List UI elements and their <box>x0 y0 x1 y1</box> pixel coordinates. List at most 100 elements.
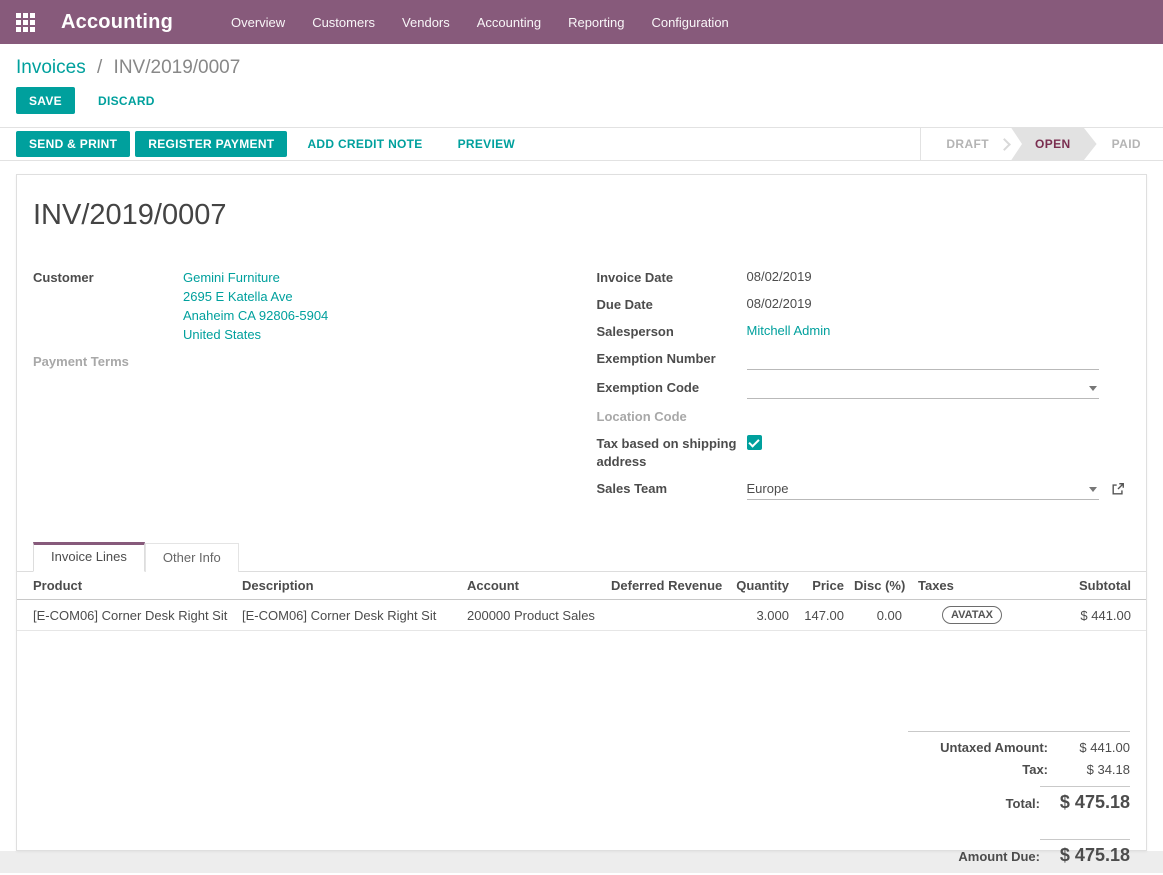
nav-item-configuration[interactable]: Configuration <box>651 15 728 30</box>
invoice-form-sheet: INV/2019/0007 Customer Gemini Furniture … <box>16 174 1147 851</box>
tax-shipping-label: Tax based on shipping address <box>597 434 747 471</box>
invoice-date-value[interactable]: 08/02/2019 <box>747 268 1131 286</box>
col-header-product: Product <box>17 572 242 599</box>
due-date-label: Due Date <box>597 295 747 314</box>
customer-country-link[interactable]: United States <box>183 325 582 344</box>
nav-item-vendors[interactable]: Vendors <box>402 15 450 30</box>
tab-bar: Invoice Lines Other Info <box>17 542 1146 572</box>
breadcrumb-invoices-link[interactable]: Invoices <box>16 57 86 78</box>
breadcrumb-separator: / <box>97 57 102 78</box>
exemption-code-label: Exemption Code <box>597 378 747 397</box>
amount-due-row: Amount Due: $ 475.18 <box>908 837 1130 866</box>
nav-item-overview[interactable]: Overview <box>231 15 285 30</box>
total-row: Total: $ 475.18 <box>908 784 1130 813</box>
field-group-left: Customer Gemini Furniture 2695 E Katella… <box>33 268 582 508</box>
amount-due-label: Amount Due: <box>908 849 1040 864</box>
statusbar: DRAFT OPEN PAID <box>920 128 1163 161</box>
field-groups: Customer Gemini Furniture 2695 E Katella… <box>33 268 1130 508</box>
customer-label: Customer <box>33 268 183 287</box>
line-taxes[interactable]: AVATAX <box>912 600 1012 630</box>
exemption-number-label: Exemption Number <box>597 349 747 368</box>
sales-team-label: Sales Team <box>597 479 747 498</box>
preview-button[interactable]: PREVIEW <box>443 131 530 157</box>
nav-item-accounting[interactable]: Accounting <box>477 15 541 30</box>
line-deferred-revenue[interactable] <box>611 609 729 621</box>
tab-other-info[interactable]: Other Info <box>145 543 239 572</box>
external-link-icon[interactable] <box>1111 482 1125 496</box>
register-payment-button[interactable]: REGISTER PAYMENT <box>135 131 287 157</box>
chevron-down-icon[interactable] <box>1089 487 1097 492</box>
totals-block: Untaxed Amount: $ 441.00 Tax: $ 34.18 To… <box>908 731 1130 813</box>
due-date-row: Due Date 08/02/2019 <box>597 295 1131 314</box>
customer-street-link[interactable]: 2695 E Katella Ave <box>183 287 582 306</box>
line-price[interactable]: 147.00 <box>799 602 854 629</box>
exemption-code-row: Exemption Code <box>597 378 1131 399</box>
tax-row: Tax: $ 34.18 <box>908 762 1130 777</box>
col-header-subtotal: Subtotal <box>1012 572 1146 599</box>
amount-due-value: $ 475.18 <box>1040 839 1130 866</box>
add-credit-note-button[interactable]: ADD CREDIT NOTE <box>292 131 437 157</box>
edit-actions: SAVE DISCARD <box>0 87 1163 114</box>
invoice-lines-table: Product Description Account Deferred Rev… <box>17 572 1146 631</box>
untaxed-amount-label: Untaxed Amount: <box>908 740 1048 755</box>
sales-team-row: Sales Team Europe <box>597 479 1131 500</box>
save-button[interactable]: SAVE <box>16 87 75 114</box>
main-menu: Overview Customers Vendors Accounting Re… <box>231 15 729 30</box>
table-row[interactable]: [E-COM06] Corner Desk Right Sit [E-COM06… <box>17 600 1146 631</box>
top-navbar: Accounting Overview Customers Vendors Ac… <box>0 0 1163 44</box>
action-toolbar: SEND & PRINT REGISTER PAYMENT ADD CREDIT… <box>0 127 1163 161</box>
line-subtotal[interactable]: $ 441.00 <box>1012 602 1146 629</box>
col-header-disc: Disc (%) <box>854 572 912 599</box>
tax-value: $ 34.18 <box>1048 762 1130 777</box>
nav-item-customers[interactable]: Customers <box>312 15 375 30</box>
tax-shipping-checkbox[interactable] <box>747 435 762 450</box>
sales-team-select[interactable]: Europe <box>747 479 1099 500</box>
line-product[interactable]: [E-COM06] Corner Desk Right Sit <box>17 602 242 629</box>
invoice-date-label: Invoice Date <box>597 268 747 287</box>
payment-terms-row: Payment Terms <box>33 352 582 371</box>
col-header-taxes: Taxes <box>912 572 1012 599</box>
col-header-quantity: Quantity <box>729 572 799 599</box>
line-account[interactable]: 200000 Product Sales <box>467 602 611 629</box>
tax-badge: AVATAX <box>942 606 1002 624</box>
table-header-row: Product Description Account Deferred Rev… <box>17 572 1146 600</box>
app-title[interactable]: Accounting <box>61 11 173 34</box>
chevron-down-icon[interactable] <box>1089 386 1097 391</box>
tax-label: Tax: <box>908 762 1048 777</box>
line-quantity[interactable]: 3.000 <box>729 602 799 629</box>
page: { "nav": { "app_name": "Accounting", "it… <box>0 0 1163 875</box>
nav-item-reporting[interactable]: Reporting <box>568 15 624 30</box>
total-label: Total: <box>908 796 1040 811</box>
field-group-right: Invoice Date 08/02/2019 Due Date 08/02/2… <box>582 268 1131 508</box>
col-header-account: Account <box>467 572 611 599</box>
col-header-deferred-revenue: Deferred Revenue <box>611 572 729 599</box>
line-description[interactable]: [E-COM06] Corner Desk Right Sit <box>242 602 467 629</box>
exemption-number-row: Exemption Number <box>597 349 1131 370</box>
tab-invoice-lines[interactable]: Invoice Lines <box>33 542 145 572</box>
salesperson-row: Salesperson Mitchell Admin <box>597 322 1131 341</box>
salesperson-label: Salesperson <box>597 322 747 341</box>
send-print-button[interactable]: SEND & PRINT <box>16 131 130 157</box>
exemption-code-select[interactable] <box>747 378 1099 399</box>
breadcrumb-current: INV/2019/0007 <box>114 57 241 78</box>
col-header-description: Description <box>242 572 467 599</box>
apps-menu-icon[interactable] <box>16 13 35 32</box>
location-code-row: Location Code <box>597 407 1131 426</box>
exemption-number-input[interactable] <box>747 349 1099 370</box>
status-step-open[interactable]: OPEN <box>1011 128 1097 161</box>
customer-field-row: Customer Gemini Furniture 2695 E Katella… <box>33 268 582 344</box>
status-step-draft[interactable]: DRAFT <box>931 128 1004 161</box>
salesperson-value[interactable]: Mitchell Admin <box>747 322 1131 340</box>
customer-name-link[interactable]: Gemini Furniture <box>183 268 582 287</box>
sales-team-value: Europe <box>747 479 789 499</box>
status-step-paid[interactable]: PAID <box>1097 128 1163 161</box>
untaxed-amount-row: Untaxed Amount: $ 441.00 <box>908 740 1130 755</box>
notebook: Invoice Lines Other Info Product Descrip… <box>17 542 1146 631</box>
location-code-label: Location Code <box>597 407 747 426</box>
customer-city-link[interactable]: Anaheim CA 92806-5904 <box>183 306 582 325</box>
discard-button[interactable]: DISCARD <box>85 87 168 114</box>
due-date-value[interactable]: 08/02/2019 <box>747 295 1131 313</box>
line-disc[interactable]: 0.00 <box>854 602 912 629</box>
total-value: $ 475.18 <box>1040 786 1130 813</box>
tax-shipping-row: Tax based on shipping address <box>597 434 1131 471</box>
